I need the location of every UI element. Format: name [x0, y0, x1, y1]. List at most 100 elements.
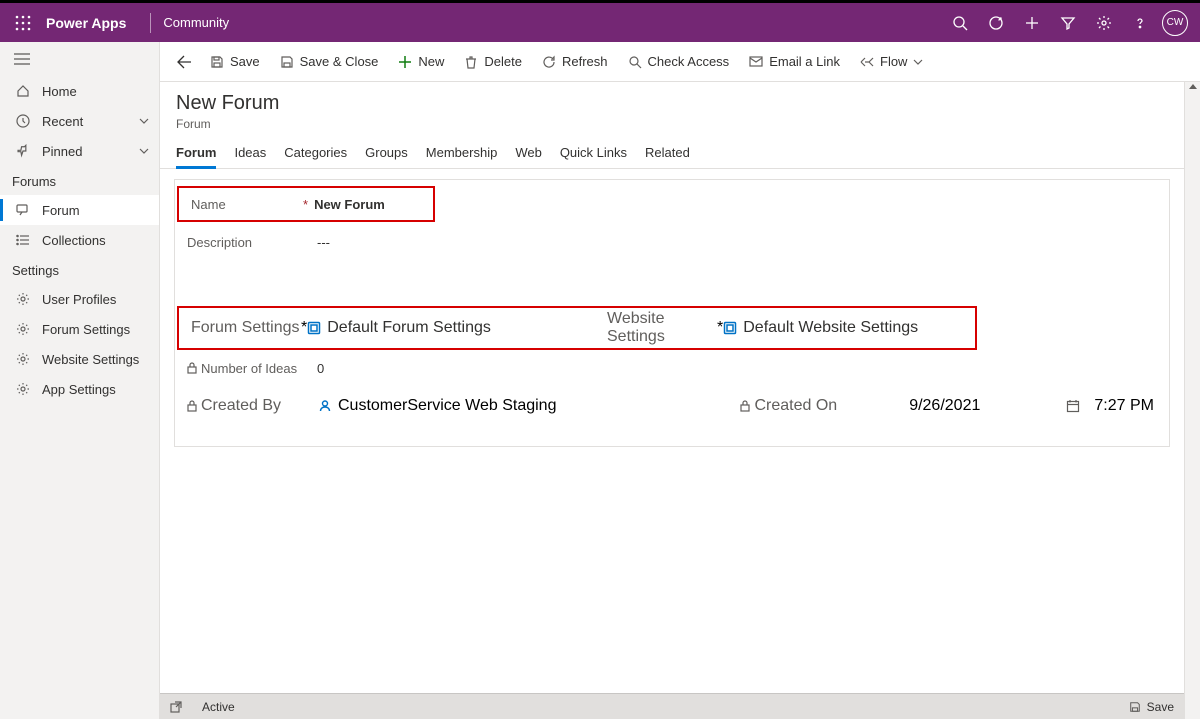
nav-user-profiles[interactable]: User Profiles [0, 284, 159, 314]
nav-label: Pinned [42, 144, 82, 159]
pin-icon [14, 144, 32, 158]
field-label: Website Settings [607, 310, 717, 346]
nav-app-settings[interactable]: App Settings [0, 374, 159, 404]
nav-website-settings[interactable]: Website Settings [0, 344, 159, 374]
form-card: Name * New Forum Description --- [174, 179, 1170, 447]
cmd-label: Check Access [648, 54, 730, 69]
forum-icon [14, 203, 32, 217]
new-button[interactable]: New [388, 46, 454, 78]
avatar-initials: CW [1167, 17, 1184, 28]
nav-pinned[interactable]: Pinned [0, 136, 159, 166]
search-icon[interactable] [942, 3, 978, 43]
popout-icon[interactable] [170, 701, 182, 713]
tab-related[interactable]: Related [645, 139, 690, 168]
entity-icon [723, 321, 737, 335]
brand-label[interactable]: Power Apps [46, 15, 126, 31]
clock-icon [14, 114, 32, 128]
field-label: Description [187, 235, 252, 250]
field-name[interactable]: Name * New Forum [177, 186, 435, 222]
field-label: Name [191, 197, 226, 212]
page-header: New Forum Forum [160, 82, 1184, 131]
status-bar: Active Save [160, 693, 1184, 719]
nav-forum-settings[interactable]: Forum Settings [0, 314, 159, 344]
cmd-label: Save [230, 54, 260, 69]
tab-forum[interactable]: Forum [176, 139, 216, 168]
help-icon[interactable] [1122, 3, 1158, 43]
nav-collections[interactable]: Collections [0, 225, 159, 255]
cmd-label: New [418, 54, 444, 69]
nav-recent[interactable]: Recent [0, 106, 159, 136]
settings-icon[interactable] [1086, 3, 1122, 43]
nav-home[interactable]: Home [0, 76, 159, 106]
tab-quick-links[interactable]: Quick Links [560, 139, 627, 168]
tab-ideas[interactable]: Ideas [234, 139, 266, 168]
flow-button[interactable]: Flow [850, 46, 933, 78]
gear-icon [14, 382, 32, 396]
chevron-down-icon [139, 148, 149, 154]
refresh-button[interactable]: Refresh [532, 46, 618, 78]
cmd-label: Flow [880, 54, 907, 69]
nav-label: Recent [42, 114, 83, 129]
statusbar-save-button[interactable]: Save [1129, 700, 1174, 714]
field-created-row: Created By CustomerService Web Staging C… [175, 386, 1169, 426]
nav-label: Forum Settings [42, 322, 130, 337]
list-icon [14, 233, 32, 247]
page-subtitle: Forum [176, 117, 1168, 131]
field-label: Number of Ideas [201, 361, 297, 376]
tab-groups[interactable]: Groups [365, 139, 408, 168]
access-icon [628, 55, 642, 69]
field-forum-settings[interactable]: Forum Settings * Default Forum Settings [179, 308, 595, 348]
field-value: 0 [317, 361, 324, 376]
target-icon[interactable] [978, 3, 1014, 43]
scrollbar[interactable] [1184, 82, 1200, 719]
nav-forum[interactable]: Forum [0, 195, 159, 225]
nav-label: Home [42, 84, 77, 99]
plus-icon [398, 55, 412, 69]
user-avatar[interactable]: CW [1162, 10, 1188, 36]
save-close-icon [280, 55, 294, 69]
check-access-button[interactable]: Check Access [618, 46, 740, 78]
back-button[interactable] [168, 46, 200, 78]
field-number-of-ideas[interactable]: Number of Ideas 0 [175, 350, 1169, 386]
field-value-link[interactable]: Default Forum Settings [327, 319, 491, 337]
hamburger-icon[interactable] [14, 53, 30, 65]
save-button[interactable]: Save [200, 46, 270, 78]
nav-section-settings: Settings [0, 255, 159, 284]
email-link-button[interactable]: Email a Link [739, 46, 850, 78]
delete-button[interactable]: Delete [454, 46, 532, 78]
required-marker: * [303, 197, 308, 212]
field-created-on[interactable]: Created On 9/26/2021 7:27 PM [728, 386, 1166, 426]
topbar-divider [150, 13, 151, 33]
left-nav: Home Recent Pinned Forums Forum Collecti… [0, 42, 160, 719]
field-description[interactable]: Description --- [175, 224, 1169, 260]
field-value: New Forum [314, 197, 385, 212]
tab-membership[interactable]: Membership [426, 139, 498, 168]
app-name-label[interactable]: Community [163, 15, 229, 30]
field-website-settings[interactable]: Website Settings * Default Website Setti… [595, 308, 975, 348]
lock-icon [187, 362, 197, 374]
add-icon[interactable] [1014, 3, 1050, 43]
nav-label: Collections [42, 233, 106, 248]
save-close-button[interactable]: Save & Close [270, 46, 389, 78]
cmd-label: Delete [484, 54, 522, 69]
nav-label: Forum [42, 203, 80, 218]
mail-icon [749, 56, 763, 68]
gear-icon [14, 352, 32, 366]
chevron-down-icon [139, 118, 149, 124]
nav-label: App Settings [42, 382, 116, 397]
nav-section-forums: Forums [0, 166, 159, 195]
field-value-link[interactable]: Default Website Settings [743, 319, 918, 337]
tab-web[interactable]: Web [515, 139, 542, 168]
cmd-label: Refresh [562, 54, 608, 69]
filter-icon[interactable] [1050, 3, 1086, 43]
field-created-by[interactable]: Created By CustomerService Web Staging [175, 386, 568, 426]
field-value: --- [317, 235, 330, 250]
field-value-link[interactable]: CustomerService Web Staging [338, 397, 556, 415]
calendar-icon [1066, 399, 1080, 413]
field-label: Created By [201, 397, 281, 415]
person-icon [318, 399, 332, 413]
home-icon [14, 84, 32, 98]
tab-categories[interactable]: Categories [284, 139, 347, 168]
app-launcher-icon[interactable] [8, 8, 38, 38]
nav-label: Website Settings [42, 352, 139, 367]
